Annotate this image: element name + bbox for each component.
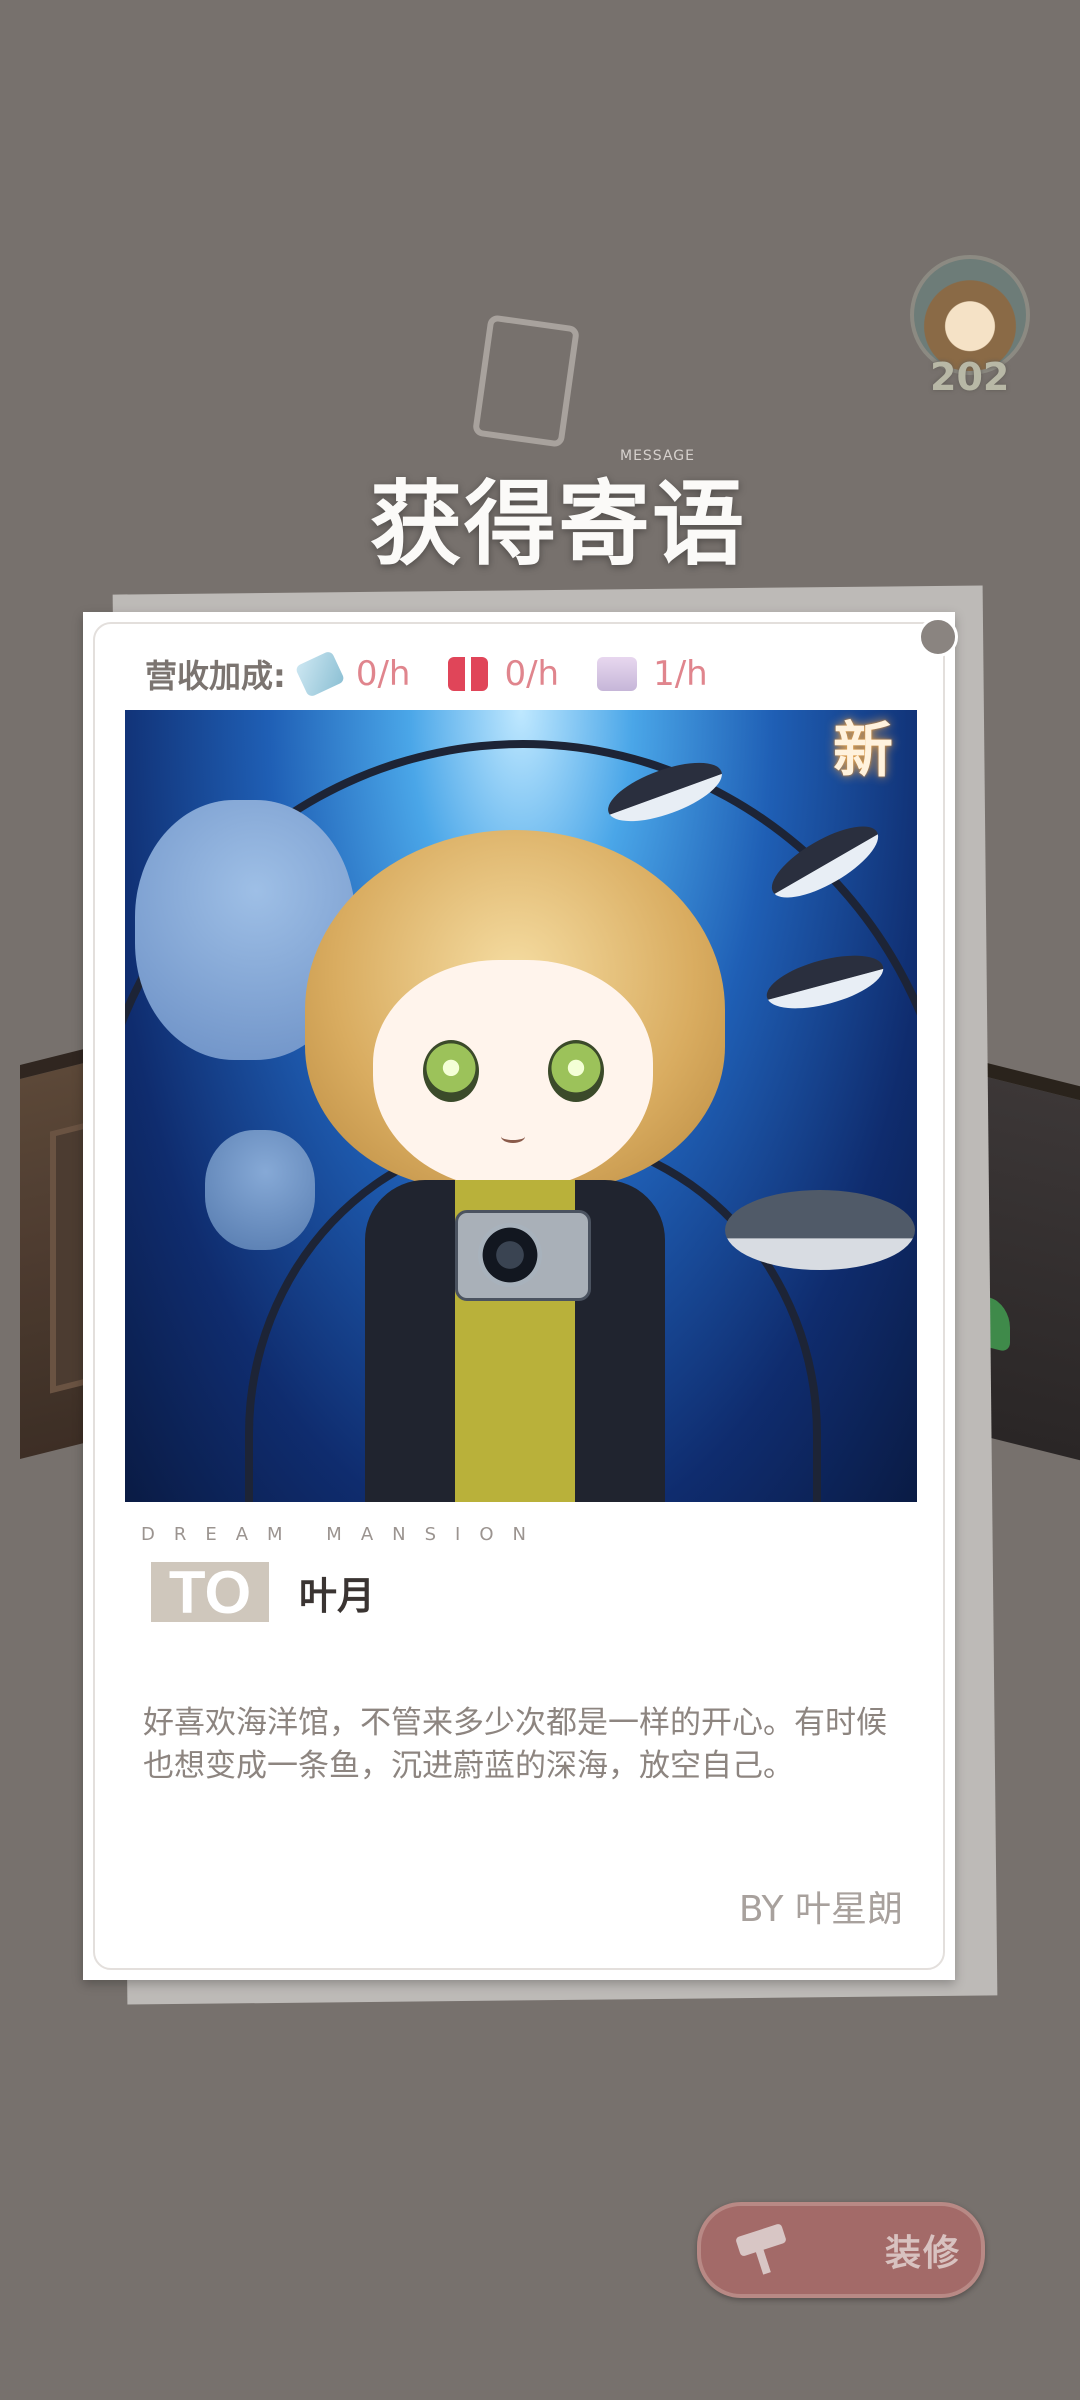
money-bonus-value: 0/h (355, 654, 411, 694)
small-seal-illustration (205, 1130, 315, 1250)
recipient-row: TO 叶月 (151, 1559, 376, 1626)
renovate-button[interactable]: 装修 (697, 2202, 985, 2298)
character-eye (548, 1040, 604, 1102)
camera-illustration (455, 1210, 591, 1301)
revenue-bonus-label: 营收加成: (145, 657, 286, 695)
gift-icon (448, 657, 489, 691)
popup-title-sub: MESSAGE (620, 448, 695, 464)
revenue-bonus-row: 营收加成: 0/h 0/h 1/h (145, 650, 746, 698)
guests-icon (597, 657, 638, 691)
renovate-button-label: 装修 (885, 2233, 962, 2274)
popup-title: 获得寄语 MESSAGE (330, 314, 750, 578)
player-level: 202 (930, 355, 1010, 399)
pin-icon (918, 617, 958, 657)
money-icon (294, 650, 346, 698)
to-badge: TO (151, 1559, 269, 1626)
new-badge: 新 (833, 716, 893, 786)
shark-illustration (725, 1190, 915, 1270)
brand-text: DREAM MANSION (141, 1524, 545, 1545)
message-card: 营收加成: 0/h 0/h 1/h 新 DREAM MANSION TO 叶月 … (83, 612, 958, 1980)
message-text: 好喜欢海洋馆，不管来多少次都是一样的开心。有时候也想变成一条鱼，沉进蔚蓝的深海，… (143, 1705, 887, 1784)
recipient-name: 叶月 (299, 1573, 376, 1618)
character-eye (423, 1040, 479, 1102)
camera-lens (478, 1223, 542, 1287)
card-artwork: 新 (125, 710, 917, 1502)
signature: BY 叶星朗 (738, 1889, 903, 1930)
character-face (373, 960, 653, 1190)
notebook-icon (471, 314, 581, 448)
player-avatar-button[interactable]: 202 (910, 255, 1030, 405)
popup-title-text: 获得寄语 (370, 470, 747, 578)
guests-bonus-value: 1/h (653, 654, 708, 694)
character-mouth (501, 1130, 525, 1143)
paint-roller-icon (737, 2230, 793, 2270)
gift-bonus-value: 0/h (504, 654, 560, 694)
